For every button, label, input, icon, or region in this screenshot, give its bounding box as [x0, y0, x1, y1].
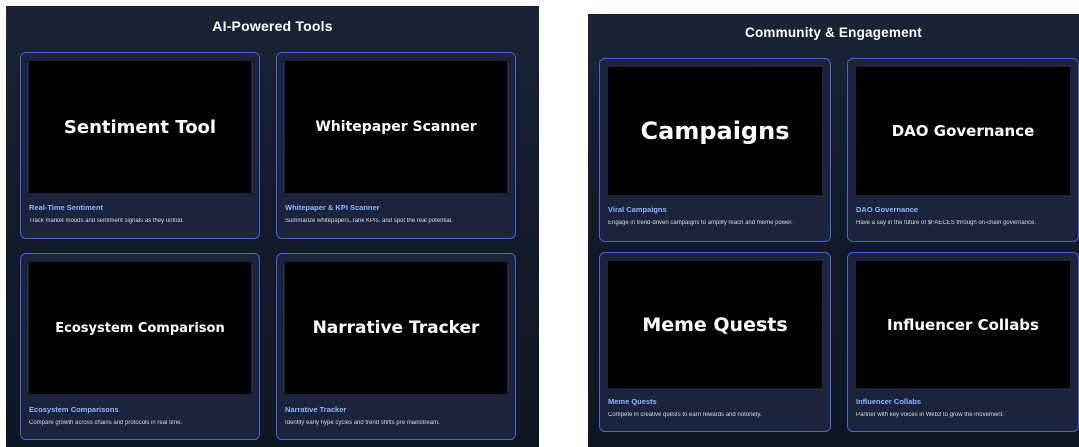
card-description: Have a say in the future of $FAECES thro… — [856, 220, 1037, 226]
card-media-campaigns: Campaigns — [608, 67, 822, 195]
card-media-ecosystem: Ecosystem Comparison — [29, 262, 251, 394]
card-description: Engage in trend-driven campaigns to ampl… — [608, 220, 793, 226]
card-sentiment-tool[interactable]: Sentiment Tool Real-Time Sentiment Track… — [20, 52, 260, 239]
card-title: Real-Time Sentiment — [29, 203, 104, 212]
card-media-sentiment: Sentiment Tool — [29, 61, 251, 193]
card-media-label: Meme Quests — [642, 313, 788, 336]
card-description: Track market moods and sentiment signals… — [29, 218, 184, 224]
card-media-meme-quests: Meme Quests — [608, 261, 822, 388]
card-media-label: Whitepaper Scanner — [315, 119, 477, 135]
card-influencer-collabs[interactable]: Influencer Collabs Influencer Collabs Pa… — [847, 252, 1079, 432]
card-media-label: Campaigns — [640, 117, 790, 145]
card-media-dao: DAO Governance — [856, 67, 1070, 195]
card-title: Whitepaper & KPI Scanner — [285, 203, 380, 212]
card-title: Viral Campaigns — [608, 205, 667, 214]
community-panel: Community & Engagement Campaigns Viral C… — [588, 14, 1079, 447]
card-title: Meme Quests — [608, 397, 657, 406]
card-meme-quests[interactable]: Meme Quests Meme Quests Compete in creat… — [599, 252, 831, 432]
card-media-label: Narrative Tracker — [312, 318, 480, 338]
card-whitepaper-scanner[interactable]: Whitepaper Scanner Whitepaper & KPI Scan… — [276, 52, 516, 239]
card-narrative-tracker[interactable]: Narrative Tracker Narrative Tracker Iden… — [276, 253, 516, 440]
card-media-whitepaper: Whitepaper Scanner — [285, 61, 507, 193]
community-heading: Community & Engagement — [745, 25, 922, 40]
card-title: DAO Governance — [856, 205, 919, 214]
card-media-narrative: Narrative Tracker — [285, 262, 507, 394]
card-description: Compete in creative quests to earn rewar… — [608, 412, 762, 418]
card-title: Narrative Tracker — [285, 405, 347, 414]
card-dao-governance[interactable]: DAO Governance DAO Governance Have a say… — [847, 58, 1079, 242]
card-description: Compare growth across chains and protoco… — [29, 420, 183, 426]
card-description: Identify early hype cycles and trend shi… — [285, 420, 440, 426]
card-ecosystem-comparison[interactable]: Ecosystem Comparison Ecosystem Compariso… — [20, 253, 260, 440]
card-title: Ecosystem Comparisons — [29, 405, 119, 414]
card-description: Summarize whitepapers, rank KPIs, and sp… — [285, 218, 453, 224]
card-campaigns[interactable]: Campaigns Viral Campaigns Engage in tren… — [599, 58, 831, 242]
ai-tools-panel: AI-Powered Tools Sentiment Tool Real-Tim… — [6, 6, 539, 447]
ai-tools-heading: AI-Powered Tools — [212, 18, 333, 34]
card-media-label: Ecosystem Comparison — [55, 320, 225, 336]
card-title: Influencer Collabs — [856, 397, 922, 406]
card-description: Partner with key voices in Web3 to grow … — [856, 412, 1004, 418]
card-media-label: Sentiment Tool — [63, 116, 217, 138]
card-media-label: DAO Governance — [891, 122, 1035, 140]
card-media-label: Influencer Collabs — [887, 315, 1039, 334]
card-media-influencer: Influencer Collabs — [856, 261, 1070, 388]
